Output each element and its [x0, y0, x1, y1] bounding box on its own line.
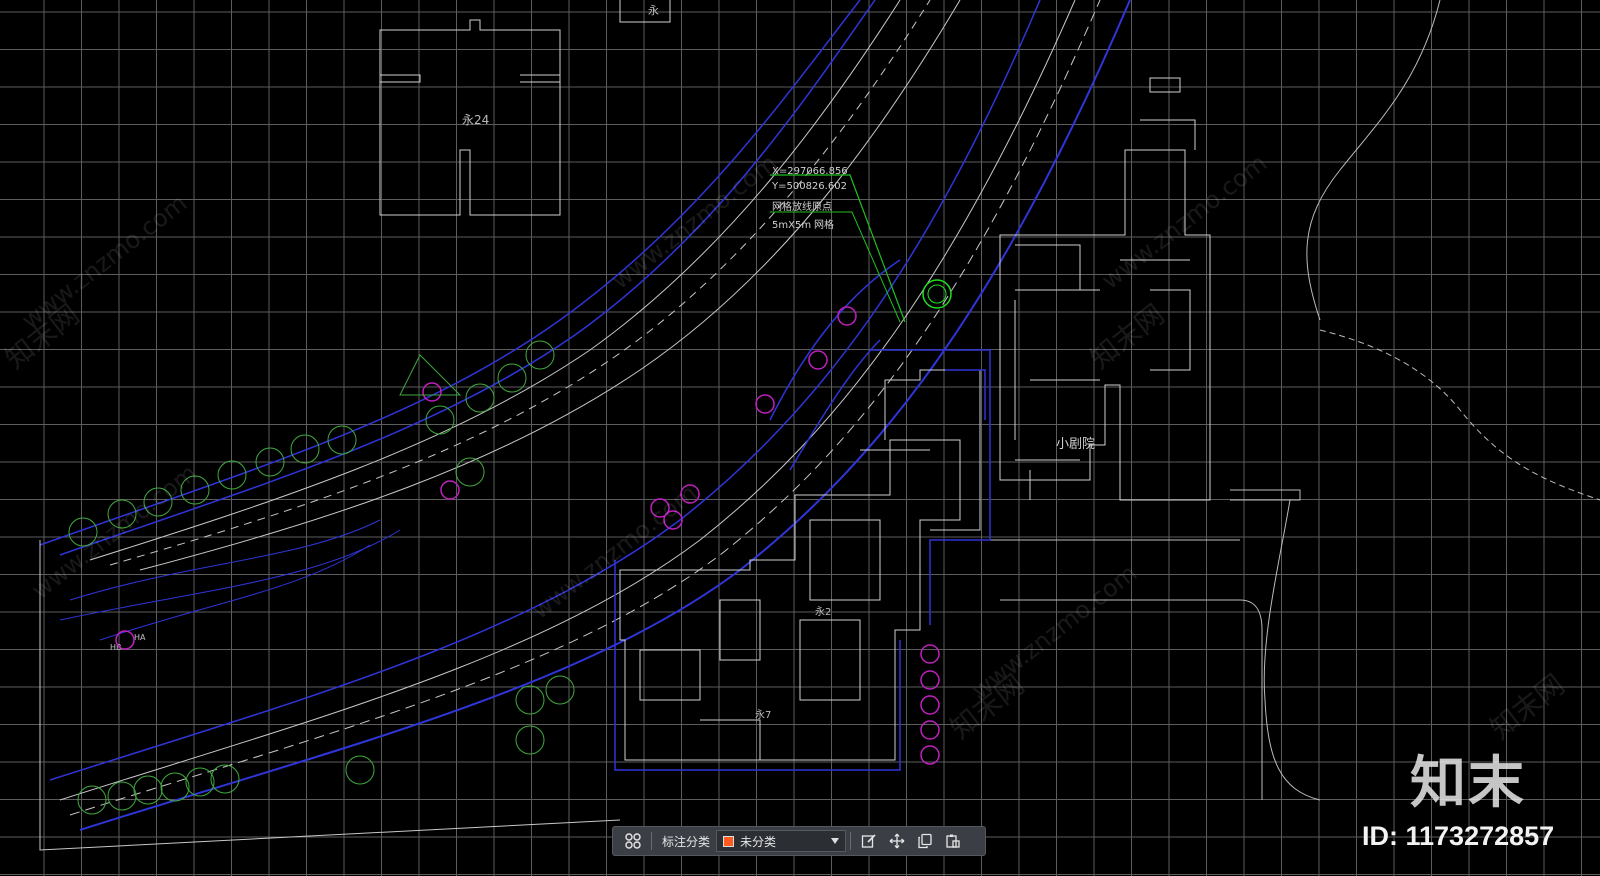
- coord-x-label: X=297066.856: [772, 166, 848, 177]
- annotation-category-select[interactable]: 未分类: [716, 830, 847, 852]
- building-label: 永2: [815, 605, 831, 618]
- category-select-value: 未分类: [740, 834, 777, 849]
- toolbar-divider: [850, 832, 852, 850]
- annotation-category-label: 标注分类: [662, 834, 711, 849]
- grid-origin-label: 网格放线原点: [772, 200, 832, 213]
- grid-word-label: 网格: [814, 218, 834, 231]
- category-color-swatch: [723, 835, 735, 847]
- edit-icon[interactable]: [855, 829, 883, 853]
- area-label: HA: [134, 633, 146, 642]
- copy-icon[interactable]: [911, 829, 939, 853]
- drawing-id: ID: 1173272857: [1362, 821, 1555, 851]
- coord-y-label: Y=500826.602: [771, 181, 847, 192]
- building-label: 永24: [462, 113, 489, 127]
- paste-icon[interactable]: [939, 829, 967, 853]
- annotation-toolbar: 标注分类 未分类: [612, 826, 986, 856]
- building-label: 永: [648, 3, 659, 17]
- grid-size-label: 5mX5m: [772, 220, 811, 231]
- theater-label: 小剧院: [1056, 437, 1095, 452]
- move-icon[interactable]: [883, 829, 911, 853]
- brand-logo: 知末: [1410, 751, 1526, 816]
- grid-icon[interactable]: [619, 829, 647, 853]
- toolbar-divider: [651, 832, 652, 850]
- chevron-down-icon: [831, 838, 840, 844]
- cad-drawing-canvas[interactable]: X=297066.856 Y=500826.602 网格放线原点 5mX5m 网…: [0, 0, 1600, 876]
- building-label: 永7: [755, 708, 771, 721]
